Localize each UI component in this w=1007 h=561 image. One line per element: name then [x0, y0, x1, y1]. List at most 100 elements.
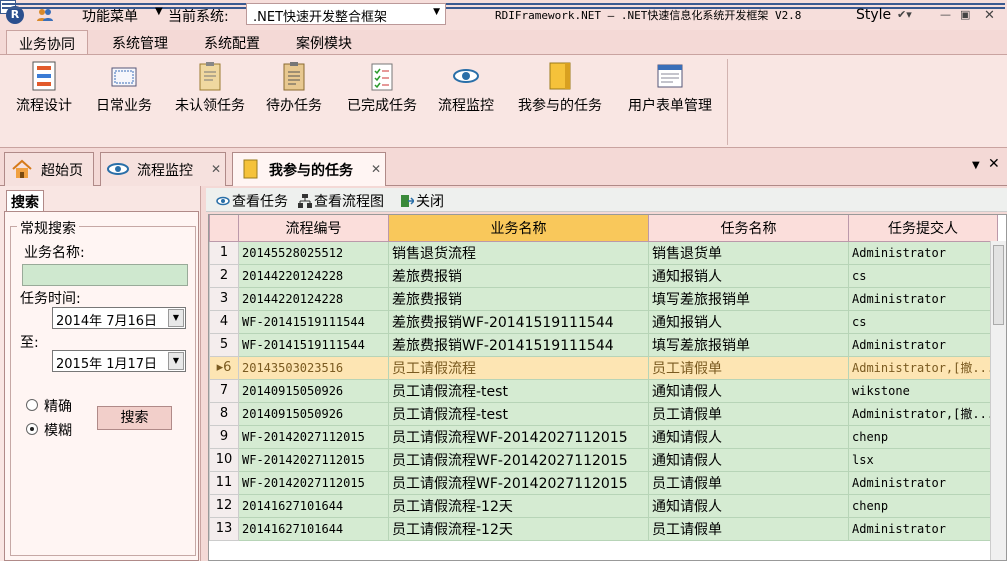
table-row[interactable]: 13 20141627101644 员工请假流程-12天 员工请假单 Administr…: [209, 516, 999, 541]
submitter-cell[interactable]: cs: [847, 263, 999, 288]
tab-system-config[interactable]: 系统配置: [192, 30, 272, 56]
table-row[interactable]: 4 WF-20141519111544 差旅费报销WF-20141519111544…: [209, 309, 999, 334]
column-header[interactable]: 任务提交人: [847, 215, 999, 242]
tab-business[interactable]: 业务协同: [6, 30, 88, 56]
row-number-cell[interactable]: 9: [209, 424, 239, 449]
column-header[interactable]: 任务名称: [648, 215, 849, 242]
chevron-down-icon[interactable]: ▼: [155, 6, 163, 17]
column-header[interactable]: 流程编号: [238, 215, 389, 242]
close-tab-icon[interactable]: ✕: [371, 162, 381, 176]
minimize-icon[interactable]: —: [940, 8, 951, 21]
table-row[interactable]: 9 WF-20142027112015 员工请假流程WF-2014202711201…: [209, 424, 999, 449]
task-name-cell[interactable]: 通知请假人: [648, 447, 849, 472]
start-date-picker[interactable]: 2014年 7月16日 ▼: [52, 307, 186, 329]
my-tasks-button[interactable]: 我参与的任务: [512, 55, 608, 117]
task-name-cell[interactable]: 通知请假人: [648, 493, 849, 518]
end-date-picker[interactable]: 2015年 1月17日 ▼: [52, 350, 186, 372]
row-number-cell[interactable]: ▸6: [209, 355, 239, 380]
close-all-tabs-icon[interactable]: ✕: [988, 156, 1000, 172]
chevron-down-icon[interactable]: ▼: [168, 352, 184, 370]
view-task-button[interactable]: 查看任务: [216, 191, 288, 211]
restore-icon[interactable]: ▣: [960, 8, 970, 21]
submitter-cell[interactable]: Administrator: [847, 470, 999, 495]
row-number-cell[interactable]: 11: [209, 470, 239, 495]
biz-name-cell[interactable]: 员工请假流程WF-20142027112015: [388, 470, 649, 495]
style-dropdown-icon[interactable]: ✔▾: [897, 8, 912, 21]
flow-id-cell[interactable]: 20144220124228: [238, 263, 389, 288]
biz-name-cell[interactable]: 差旅费报销WF-20141519111544: [388, 332, 649, 357]
task-name-cell[interactable]: 通知请假人: [648, 378, 849, 403]
close-tab-icon[interactable]: ✕: [211, 162, 221, 176]
row-number-cell[interactable]: 8: [209, 401, 239, 426]
search-button[interactable]: 搜索: [97, 406, 172, 430]
doc-tab-flow-monitor[interactable]: 流程监控 ✕: [100, 152, 226, 186]
exact-radio-label[interactable]: 精确: [44, 396, 72, 416]
task-name-cell[interactable]: 员工请假单: [648, 516, 849, 541]
close-button[interactable]: 关闭: [400, 191, 444, 211]
row-number-cell[interactable]: 7: [209, 378, 239, 403]
biz-name-input[interactable]: [22, 264, 188, 286]
row-number-cell[interactable]: 4: [209, 309, 239, 334]
row-number-cell[interactable]: 13: [209, 516, 239, 541]
table-row[interactable]: 10 WF-20142027112015 员工请假流程WF-201420271120…: [209, 447, 999, 472]
task-name-cell[interactable]: 填写差旅报销单: [648, 332, 849, 357]
task-name-cell[interactable]: 通知报销人: [648, 309, 849, 334]
column-header[interactable]: 业务名称: [388, 215, 649, 242]
table-row[interactable]: ▸6 20143503023516 员工请假流程 员工请假单 Administrator…: [209, 355, 999, 380]
biz-name-cell[interactable]: 差旅费报销: [388, 286, 649, 311]
tab-system-management[interactable]: 系统管理: [100, 30, 180, 56]
chevron-down-icon[interactable]: ▼: [168, 309, 184, 327]
table-row[interactable]: 1 20145528025512 销售退货流程 销售退货单 Administrator: [209, 240, 999, 265]
submitter-cell[interactable]: lsx: [847, 447, 999, 472]
flow-id-cell[interactable]: 20140915050926: [238, 378, 389, 403]
task-name-cell[interactable]: 员工请假单: [648, 401, 849, 426]
function-menu[interactable]: 功能菜单: [82, 6, 138, 26]
submitter-cell[interactable]: Administrator: [847, 516, 999, 541]
biz-name-cell[interactable]: 差旅费报销WF-20141519111544: [388, 309, 649, 334]
table-row[interactable]: 5 WF-20141519111544 差旅费报销WF-20141519111544…: [209, 332, 999, 357]
vertical-scrollbar[interactable]: [990, 241, 1006, 560]
doc-tab-my-tasks[interactable]: 我参与的任务 ✕: [232, 152, 386, 186]
submitter-cell[interactable]: Administrator: [847, 286, 999, 311]
table-row[interactable]: 11 WF-20142027112015 员工请假流程WF-201420271120…: [209, 470, 999, 495]
biz-name-cell[interactable]: 员工请假流程-12天: [388, 516, 649, 541]
table-row[interactable]: 8 20140915050926 员工请假流程-test 员工请假单 Administr…: [209, 401, 999, 426]
flow-id-cell[interactable]: WF-20141519111544: [238, 332, 389, 357]
row-number-cell[interactable]: 2: [209, 263, 239, 288]
flow-id-cell[interactable]: WF-20142027112015: [238, 424, 389, 449]
submitter-cell[interactable]: wikstone: [847, 378, 999, 403]
table-row[interactable]: 3 20144220124228 差旅费报销 填写差旅报销单 Administrator: [209, 286, 999, 311]
doc-tab-home[interactable]: 超始页: [4, 152, 94, 186]
task-name-cell[interactable]: 通知报销人: [648, 263, 849, 288]
scrollbar-thumb[interactable]: [993, 245, 1004, 325]
table-row[interactable]: 12 20141627101644 员工请假流程-12天 通知请假人 chenp: [209, 493, 999, 518]
flow-id-cell[interactable]: 20145528025512: [238, 240, 389, 265]
fuzzy-radio[interactable]: [26, 423, 38, 435]
search-panel-tab[interactable]: 搜索: [6, 190, 44, 212]
flow-id-cell[interactable]: 20141627101644: [238, 493, 389, 518]
row-number-cell[interactable]: 5: [209, 332, 239, 357]
flow-id-cell[interactable]: 20144220124228: [238, 286, 389, 311]
system-select[interactable]: .NET快速开发整合框架 ▼: [246, 3, 446, 25]
row-number-cell[interactable]: 12: [209, 493, 239, 518]
tab-case-modules[interactable]: 案例模块: [284, 30, 364, 56]
row-number-cell[interactable]: 3: [209, 286, 239, 311]
biz-name-cell[interactable]: 员工请假流程-test: [388, 401, 649, 426]
submitter-cell[interactable]: Administrator: [847, 332, 999, 357]
submitter-cell[interactable]: chenp: [847, 424, 999, 449]
submitter-cell[interactable]: chenp: [847, 493, 999, 518]
biz-name-cell[interactable]: 员工请假流程: [388, 355, 649, 380]
flow-id-cell[interactable]: WF-20142027112015: [238, 447, 389, 472]
biz-name-cell[interactable]: 员工请假流程-test: [388, 378, 649, 403]
task-name-cell[interactable]: 通知请假人: [648, 424, 849, 449]
flow-design-button[interactable]: 流程设计: [12, 55, 76, 117]
row-number-cell[interactable]: 10: [209, 447, 239, 472]
task-name-cell[interactable]: 员工请假单: [648, 355, 849, 380]
biz-name-cell[interactable]: 员工请假流程WF-20142027112015: [388, 447, 649, 472]
flow-monitor-button[interactable]: 流程监控: [434, 55, 498, 117]
row-number-header[interactable]: [209, 215, 239, 242]
style-menu[interactable]: Style: [856, 7, 891, 23]
flow-id-cell[interactable]: 20140915050926: [238, 401, 389, 426]
user-form-button[interactable]: 用户表单管理: [622, 55, 718, 117]
submitter-cell[interactable]: Administrator: [847, 240, 999, 265]
